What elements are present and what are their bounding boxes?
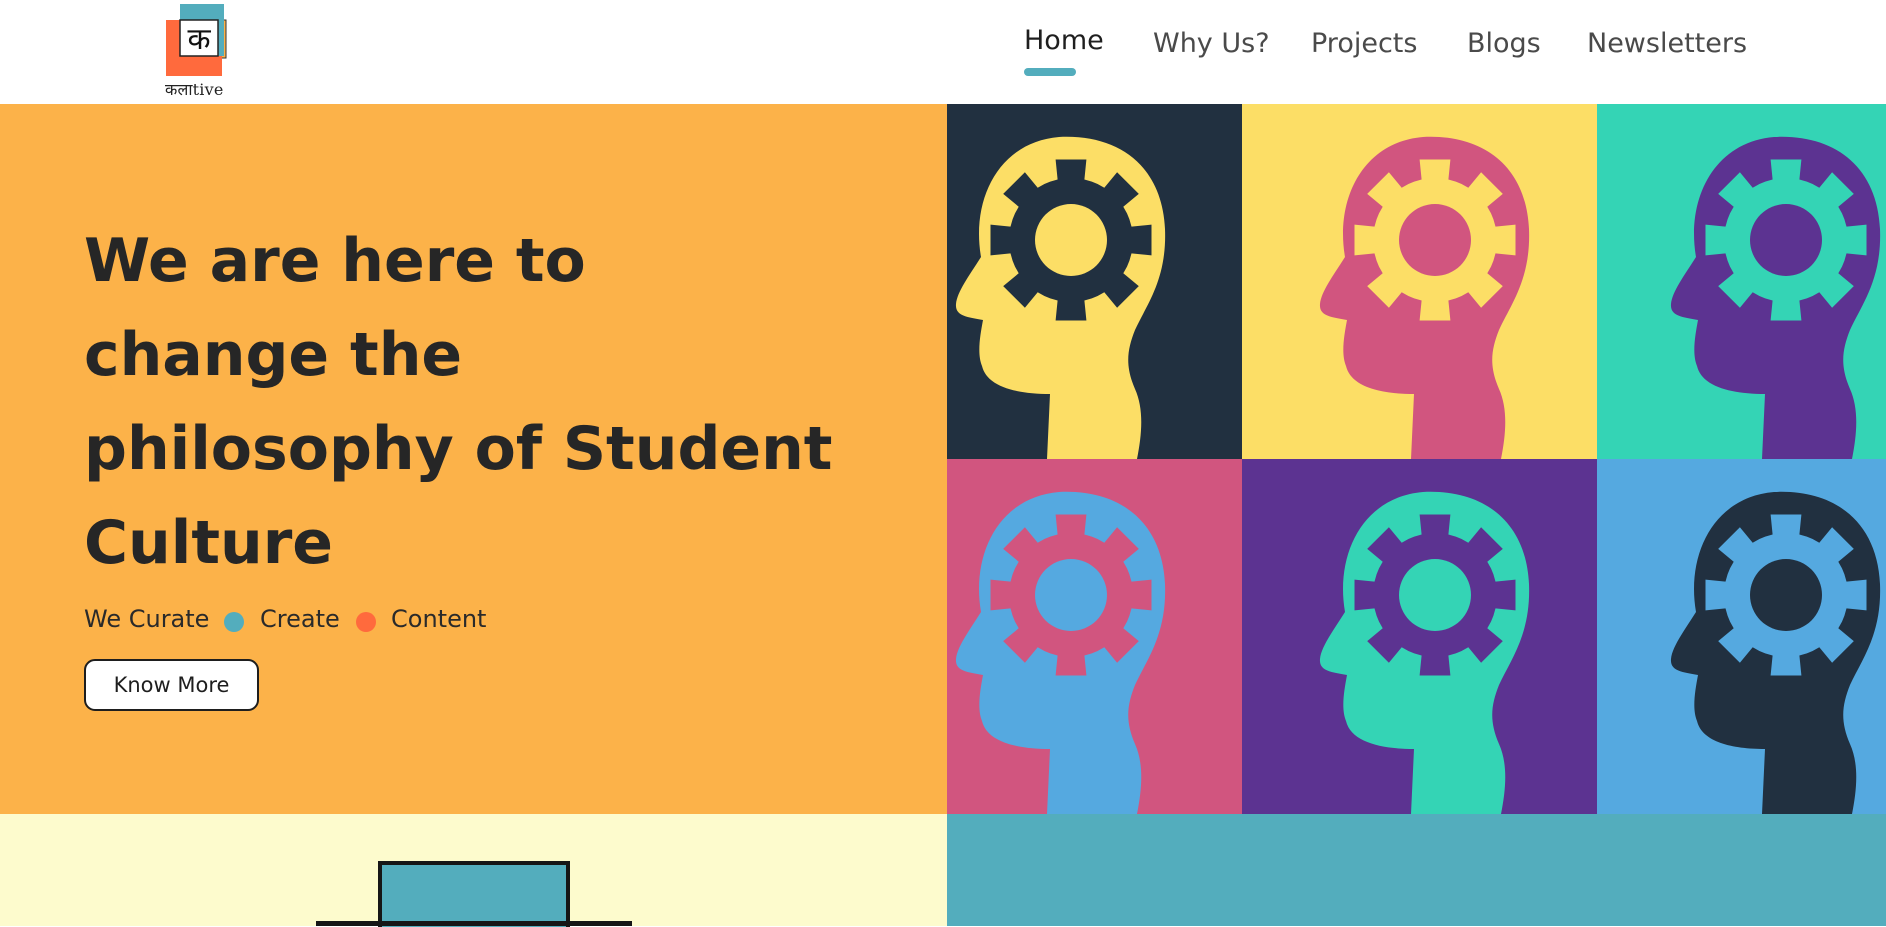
bottom-right-panel — [947, 814, 1886, 926]
head-gear-grid — [947, 104, 1886, 814]
headline-line-4: Culture — [84, 508, 333, 578]
gear-hub — [1399, 204, 1471, 276]
gear-hub — [1035, 204, 1107, 276]
headline-line-1: We are here to — [84, 226, 586, 296]
gear-hub — [1399, 559, 1471, 631]
orange-dot-icon — [356, 612, 376, 632]
tagline-content: Content — [391, 605, 487, 633]
grid-tile — [1242, 459, 1597, 814]
head-gear-icon — [1670, 491, 1881, 814]
nav-projects[interactable]: Projects — [1311, 28, 1417, 59]
headline-line-3: philosophy of Student — [84, 414, 833, 484]
tagline-create: Create — [260, 605, 340, 633]
headline-line-2: change the — [84, 320, 463, 390]
bottom-left-panel — [0, 814, 947, 927]
gear-hub — [1750, 559, 1822, 631]
nav-home-label: Home — [1024, 25, 1104, 56]
laptop-base — [316, 921, 632, 926]
grid-tile — [947, 459, 1242, 814]
gear-hub — [1035, 559, 1107, 631]
nav-newsletters[interactable]: Newsletters — [1587, 28, 1747, 59]
gear-hub — [1750, 204, 1822, 276]
hero-headline: We are here to change the philosophy of … — [84, 214, 844, 590]
head-gear-icon — [955, 491, 1166, 814]
nav-blogs[interactable]: Blogs — [1467, 28, 1541, 59]
hero-section: We are here to change the philosophy of … — [0, 104, 947, 814]
laptop-icon — [378, 861, 570, 927]
head-gear-icon — [1670, 136, 1881, 459]
grid-tile — [1242, 104, 1597, 459]
teal-dot-icon — [224, 612, 244, 632]
kalative-logo[interactable]: क कलाtive — [165, 4, 239, 99]
logo-wordmark: कलाtive — [165, 80, 224, 99]
site-header: क कलाtive Home Why Us? Projects Blogs Ne… — [0, 0, 1886, 104]
nav-home[interactable]: Home — [1024, 25, 1104, 76]
grid-tile — [1597, 104, 1886, 459]
head-gear-icon — [1319, 136, 1530, 459]
head-gear-icon — [1319, 491, 1530, 814]
svg-text:क: क — [187, 22, 211, 57]
head-gear-icon — [955, 136, 1166, 459]
grid-tile — [947, 104, 1242, 459]
nav-why-us[interactable]: Why Us? — [1153, 28, 1270, 59]
tagline-curate: We Curate — [84, 605, 210, 633]
logo-mark-icon: क — [166, 4, 227, 76]
grid-tile — [1597, 459, 1886, 814]
active-nav-indicator — [1024, 68, 1076, 76]
know-more-button[interactable]: Know More — [84, 659, 259, 711]
